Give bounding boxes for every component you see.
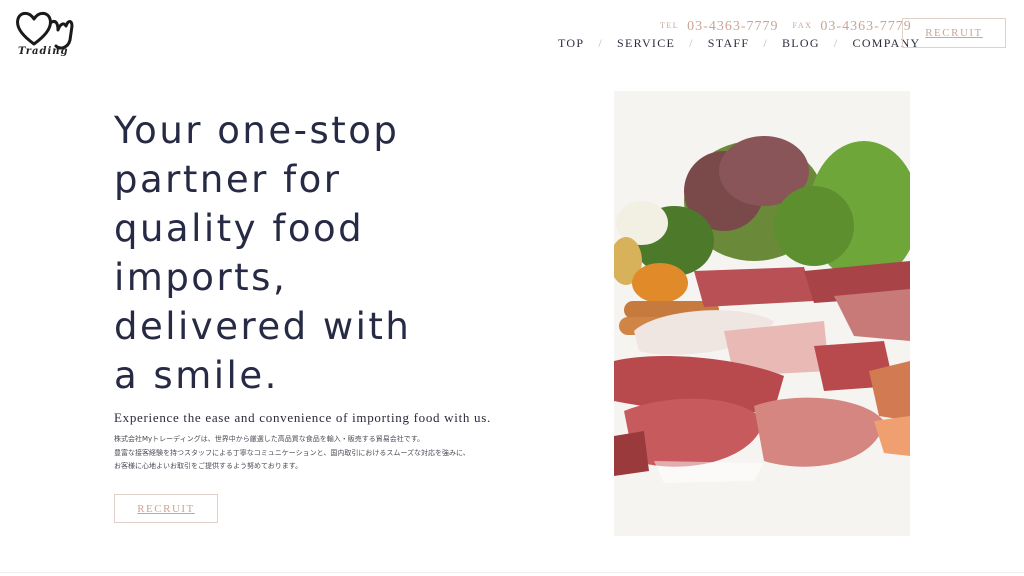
nav-item-staff[interactable]: STAFF (708, 36, 750, 50)
hero-food-photo (614, 91, 910, 536)
hero-title-line: imports, (114, 256, 288, 299)
hero-title-line: a smile. (114, 354, 279, 397)
nav-item-blog[interactable]: BLOG (782, 36, 820, 50)
hero-recruit-button[interactable]: RECRUIT (114, 494, 218, 523)
hero-title: Your one-stop partner for quality food i… (114, 106, 454, 400)
fax-number: 03-4363-7779 (820, 19, 912, 34)
footer-divider (0, 572, 1024, 573)
contact-info: TEL 03-4363-7779 FAX 03-4363-7779 (660, 17, 922, 35)
nav-separator: / (763, 36, 768, 50)
hero-title-line: quality food (114, 207, 365, 250)
hero-subtitle: Experience the ease and convenience of i… (114, 410, 491, 425)
hero-description-line: 豊富な接客経験を持つスタッフによる丁寧なコミュニケーションと、国内取引におけるス… (114, 448, 470, 457)
nav-separator: / (689, 36, 694, 50)
tel-number[interactable]: 03-4363-7779 (687, 19, 778, 34)
hero-title-line: Your one-stop (114, 109, 400, 152)
header-recruit-button[interactable]: RECRUIT (902, 18, 1006, 48)
hero-title-line: partner for (114, 158, 342, 201)
nav-item-top[interactable]: TOP (558, 36, 584, 50)
hero-description-line: 株式会社Myトレーディングは、世界中から厳選した高品質な食品を輸入・販売する貿易… (114, 435, 424, 443)
hero-description-line: お客様に心地よいお取引をご提供するよう努めております。 (114, 462, 303, 470)
nav-separator: / (598, 36, 603, 50)
tel-label: TEL (660, 21, 680, 30)
nav-separator: / (833, 36, 839, 50)
hero-description: 株式会社Myトレーディングは、世界中から厳選した高品質な食品を輸入・販売する貿易… (114, 433, 534, 474)
nav-item-service[interactable]: SERVICE (617, 36, 675, 50)
hero-title-line: delivered with (114, 305, 412, 348)
fax-label: FAX (792, 21, 813, 30)
main-nav: TOP / SERVICE / STAFF / BLOG / COMPANY (558, 36, 921, 51)
brand-logo-text: Trading (18, 46, 69, 57)
